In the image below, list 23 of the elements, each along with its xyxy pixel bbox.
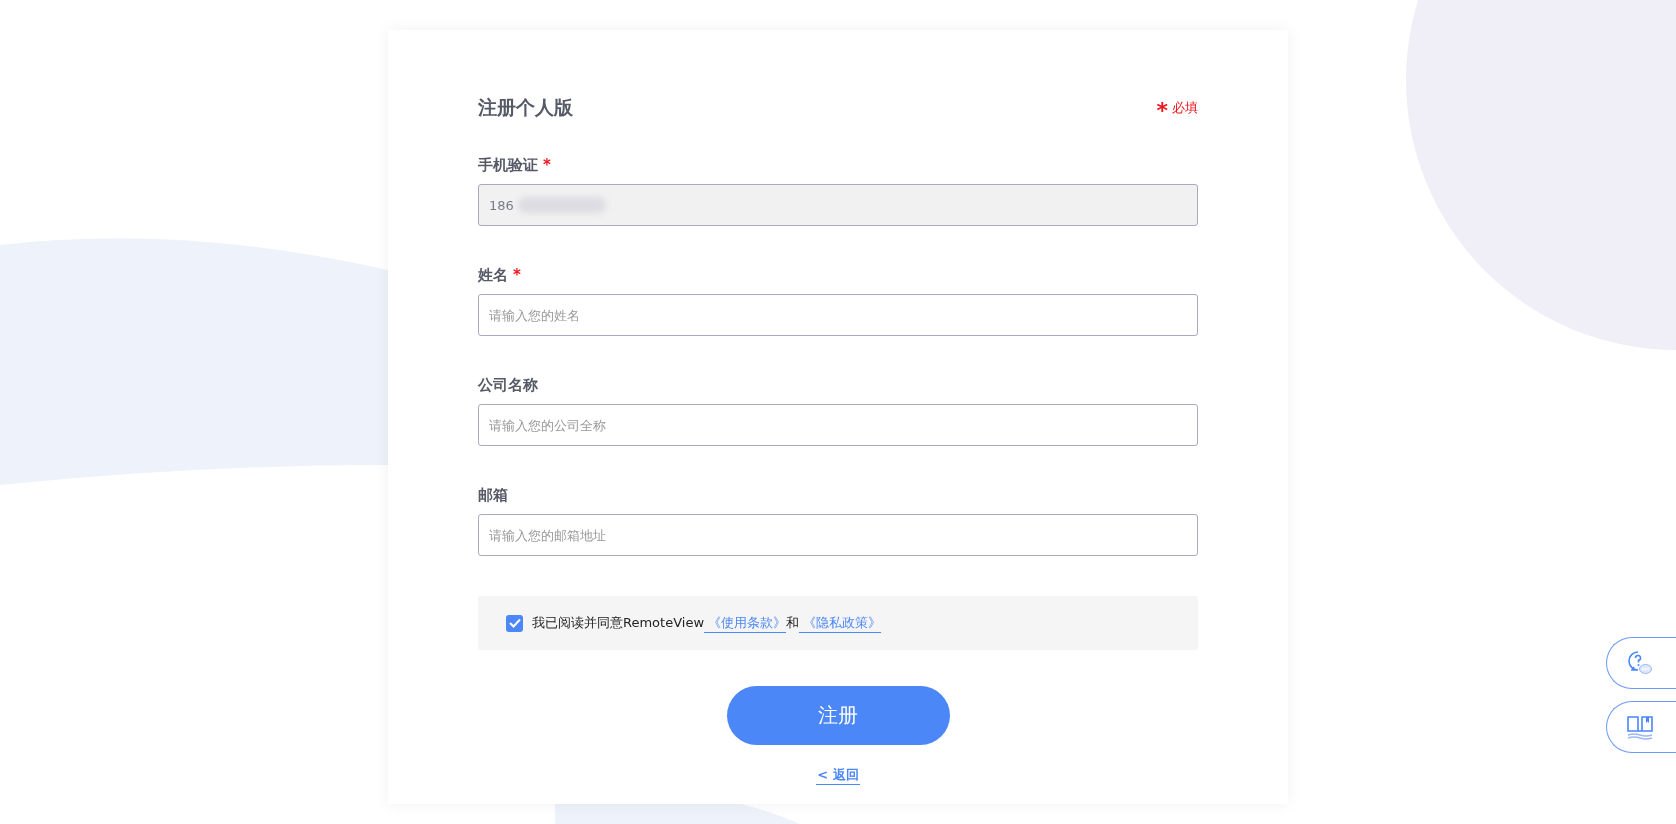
input-field[interactable]: 请输入您的邮箱地址 [478,514,1198,556]
side-button[interactable] [1606,637,1676,689]
required-mark: * [513,266,521,285]
conjunction-text: 和 [786,613,799,632]
agreement-text: 我已阅读并同意RemoteView [532,613,704,632]
field-label: 公司名称 [478,376,538,395]
book-icon [1627,714,1653,740]
back-link[interactable]: < 返回 [816,766,860,785]
register-button[interactable]: 注册 [726,686,950,745]
required-mark: * [543,156,551,175]
side-button[interactable] [1606,701,1676,753]
field-label: 邮箱 [478,486,508,505]
input-field[interactable]: 请输入您的姓名 [478,294,1198,336]
input-field[interactable]: 请输入您的公司全称 [478,404,1198,446]
terms-link[interactable]: 《使用条款》 [704,613,786,633]
help-chat-icon [1627,650,1653,676]
privacy-link[interactable]: 《隐私政策》 [799,613,881,633]
field-label: 姓名 [478,266,508,285]
checkbox[interactable] [506,614,523,632]
field-label: 手机验证 [478,156,538,175]
required-legend: 必填 [1172,99,1198,117]
form-title: 注册个人版 [478,95,573,120]
required-mark: * [1156,97,1168,122]
